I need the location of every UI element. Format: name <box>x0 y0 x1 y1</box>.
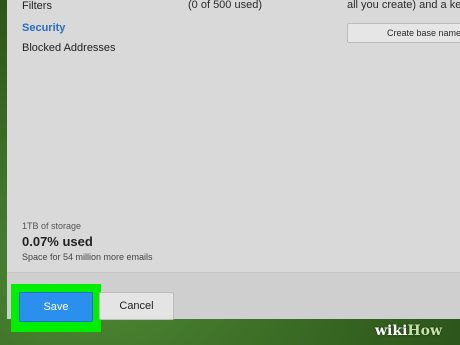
filters-usage-count: (0 of 500 used) <box>188 0 262 11</box>
cancel-button[interactable]: Cancel <box>99 292 174 320</box>
storage-capacity: 1TB of storage <box>22 221 82 231</box>
sidebar-item-filters[interactable]: Filters <box>22 0 52 12</box>
storage-remaining: Space for 54 million more emails <box>22 252 153 262</box>
wikihow-watermark: wikiHow <box>375 323 442 341</box>
storage-percent-used: 0.07% used <box>22 234 93 249</box>
sidebar-item-security[interactable]: Security <box>22 22 65 34</box>
sidebar-item-blocked-addresses[interactable]: Blocked Addresses <box>22 42 116 54</box>
watermark-how: How <box>407 323 443 339</box>
watermark-wiki: wiki <box>375 323 408 339</box>
create-base-name-button[interactable]: Create base name <box>347 23 460 43</box>
base-name-description: all you create) and a key <box>347 0 460 11</box>
save-button[interactable]: Save <box>19 292 93 322</box>
